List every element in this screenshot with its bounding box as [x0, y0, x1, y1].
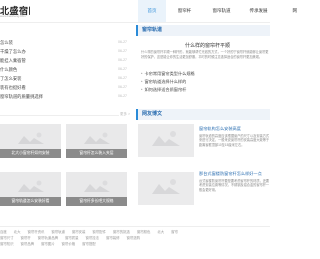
footer-link[interactable]: 窗帘安装 — [72, 230, 86, 234]
list-item-date: 06-27 — [118, 85, 127, 89]
gallery-caption[interactable]: 窗帘杆多长吧大规格 — [66, 197, 127, 206]
section-header-news: 窗帘轨道 — [136, 25, 270, 36]
list-item-date: 06-27 — [118, 94, 127, 98]
placeholder-image-icon — [18, 180, 44, 192]
placeholder-image-icon — [84, 180, 110, 192]
blog-thumbnail[interactable] — [138, 124, 194, 157]
section-header-blog: 网友博文 — [136, 109, 270, 120]
footer-link[interactable]: 北大 — [157, 230, 164, 234]
gallery-caption[interactable]: 北大小窗帘杆如何安装 — [0, 149, 61, 158]
site-url: www.beisheng.com — [0, 14, 26, 18]
footer-link[interactable]: 窗帘 — [171, 230, 178, 234]
site-logo[interactable]: 北盛宿网 www.beisheng.com — [0, 4, 30, 18]
list-item[interactable]: 装有也挺好看 06-27 — [0, 83, 130, 92]
list-divider — [0, 115, 130, 116]
nav-item-curtain-rod[interactable]: 窗帘杆 — [166, 0, 203, 22]
section-title: 网友博文 — [142, 111, 163, 117]
footer-link[interactable]: 窗帘品牌 — [21, 242, 35, 246]
nav-item-home[interactable]: 首页 — [138, 0, 166, 22]
question-list: • 卡帘常用窗帘类型什么规格 • 窗帘轨道选择什么样的 • 如何选择适合质窗帘杆 — [141, 70, 270, 94]
footer-link[interactable]: 窗帘质量 — [65, 236, 79, 240]
list-item[interactable]: • 卡帘常用窗帘类型什么规格 — [141, 70, 270, 78]
list-item[interactable]: • 窗帘轨道选择什么样的 — [141, 78, 270, 86]
list-item-title[interactable]: 窗帘轨道的质量挑选择 — [0, 92, 100, 101]
section-title: 窗帘轨道 — [142, 27, 163, 33]
footer-link[interactable]: 北大 — [14, 230, 21, 234]
footer-link[interactable]: 窗帘尺寸 — [0, 236, 14, 240]
footer-link[interactable]: 窗帘搭配 — [82, 242, 96, 246]
footer-link[interactable]: 窗帘杆 — [21, 236, 31, 240]
footer-link[interactable]: 窗帘轨道品牌 — [38, 236, 58, 240]
bullet-icon: • — [141, 79, 143, 84]
list-item-title[interactable]: 怎么装 — [0, 38, 100, 47]
footer-link[interactable]: 窗帘杆资讯 — [27, 230, 44, 234]
nav-item-heritage[interactable]: 传承发展 — [240, 0, 277, 22]
list-item[interactable]: 能挂入乘宿管 06-27 — [0, 56, 130, 65]
question-text[interactable]: 窗帘轨道选择什么样的 — [144, 79, 186, 84]
bullet-icon: • — [141, 71, 143, 76]
list-item-title[interactable]: 能挂入乘宿管 — [0, 56, 100, 65]
placeholder-image-icon — [152, 179, 180, 194]
list-item-date: 06-27 — [118, 49, 127, 53]
feature-description: 什么样的窗帘杆平顺一种杆形，就能够帮忙光线的方式，一个好的宁窗帘杆就能够让窗帘更… — [141, 50, 269, 59]
blog-post-title[interactable]: 窗帘轨构怎么安装高度 — [199, 126, 241, 132]
blog-thumbnail[interactable] — [138, 172, 194, 205]
list-item-date: 06-27 — [118, 40, 127, 44]
list-item-title[interactable]: 装有也挺好看 — [0, 83, 100, 92]
list-item-date: 06-27 — [118, 76, 127, 80]
more-link[interactable]: 更多 > — [119, 112, 131, 117]
placeholder-image-icon — [84, 132, 110, 144]
footer-link[interactable]: 窗帘知识 — [0, 242, 14, 246]
gallery-card[interactable]: 北大小窗帘杆如何安装 — [0, 124, 61, 158]
blog-post-desc: 台式窗楼防窗帘杆要是要考虑窗帘杆的材质，还要考虑安装位置等情况，不锈钢及铝合金的… — [199, 179, 270, 192]
footer-link[interactable]: 窗帘价格 — [62, 242, 76, 246]
footer-divider — [0, 226, 270, 227]
list-item[interactable]: 干燥了怎么办 06-27 — [0, 47, 130, 56]
gallery-card[interactable]: 窗帘杆怎么装入夹层 — [66, 124, 127, 158]
footer-link[interactable]: 窗帘颜色 — [137, 230, 151, 234]
list-item-date: 06-27 — [118, 67, 127, 71]
footer-link[interactable]: 百度 — [0, 230, 7, 234]
feature-title[interactable]: 什么样的窗帘杆平顺 — [185, 42, 230, 49]
list-item[interactable]: 窗帘轨道的质量挑选择 06-27 — [0, 92, 130, 101]
list-item[interactable]: 什么颜色 06-27 — [0, 65, 130, 74]
bullet-icon: • — [141, 87, 143, 92]
site-header: 北盛宿网 www.beisheng.com 首页 窗帘杆 窗帘轨道 传承发展 网 — [0, 0, 297, 22]
footer-link[interactable]: 窗帘选购 — [126, 236, 140, 240]
question-text[interactable]: 卡帘常用窗帘类型什么规格 — [144, 71, 194, 76]
nav-item-curtain-track[interactable]: 窗帘轨道 — [203, 0, 240, 22]
blog-post-desc: 窗帘轨道的高度应该根据窗户的尺寸以及安装方式来进行决定，一般来说窗帘杆的安装高度… — [199, 134, 270, 147]
gallery-caption[interactable]: 窗帘轨道怎么安装好看 — [0, 197, 61, 206]
footer-link[interactable]: 窗帘的挑选 — [113, 230, 130, 234]
footer-link[interactable]: 窗帘图片 — [41, 242, 55, 246]
list-item-title[interactable]: 干燥了怎么办 — [0, 47, 100, 56]
list-item-date: 06-27 — [118, 58, 127, 62]
placeholder-image-icon — [18, 132, 44, 144]
list-item[interactable]: 了怎么安装 06-27 — [0, 74, 130, 83]
footer-link[interactable]: 窗帘装修 — [106, 236, 120, 240]
footer-link[interactable]: 窗帘轨道 — [51, 230, 65, 234]
list-item-title[interactable]: 什么颜色 — [0, 65, 100, 74]
gallery-card[interactable]: 窗帘杆多长吧大规格 — [66, 172, 127, 206]
gallery-caption[interactable]: 窗帘杆怎么装入夹层 — [66, 149, 127, 158]
list-item[interactable]: • 如何选择适合质窗帘杆 — [141, 86, 270, 94]
main-nav: 首页 窗帘杆 窗帘轨道 传承发展 网 — [138, 0, 297, 22]
article-list: 怎么装 06-27 干燥了怎么办 06-27 能挂入乘宿管 06-27 什么颜色 06-… — [0, 38, 130, 101]
footer-link[interactable]: 窗帘配件 — [92, 230, 106, 234]
blog-post-title[interactable]: 那台式窗楼防窗帘杆怎么样好一点 — [199, 171, 262, 177]
gallery-card[interactable]: 窗帘轨道怎么安装好看 — [0, 172, 61, 206]
footer-links: 百度 北大 窗帘杆资讯 窗帘轨道 窗帘安装 窗帘配件 窗帘的挑选 窗帘颜色 北大… — [0, 229, 270, 247]
question-text[interactable]: 如何选择适合质窗帘杆 — [144, 87, 186, 92]
placeholder-image-icon — [152, 131, 180, 146]
footer-link[interactable]: 窗帘挂法 — [85, 236, 99, 240]
list-item[interactable]: 怎么装 06-27 — [0, 38, 130, 47]
header-divider — [0, 22, 270, 23]
footer-row: 窗帘知识 窗帘品牌 窗帘图片 窗帘价格 窗帘搭配 — [0, 241, 270, 247]
nav-item-more[interactable]: 网 — [277, 0, 298, 22]
list-item-title[interactable]: 了怎么安装 — [0, 74, 100, 83]
